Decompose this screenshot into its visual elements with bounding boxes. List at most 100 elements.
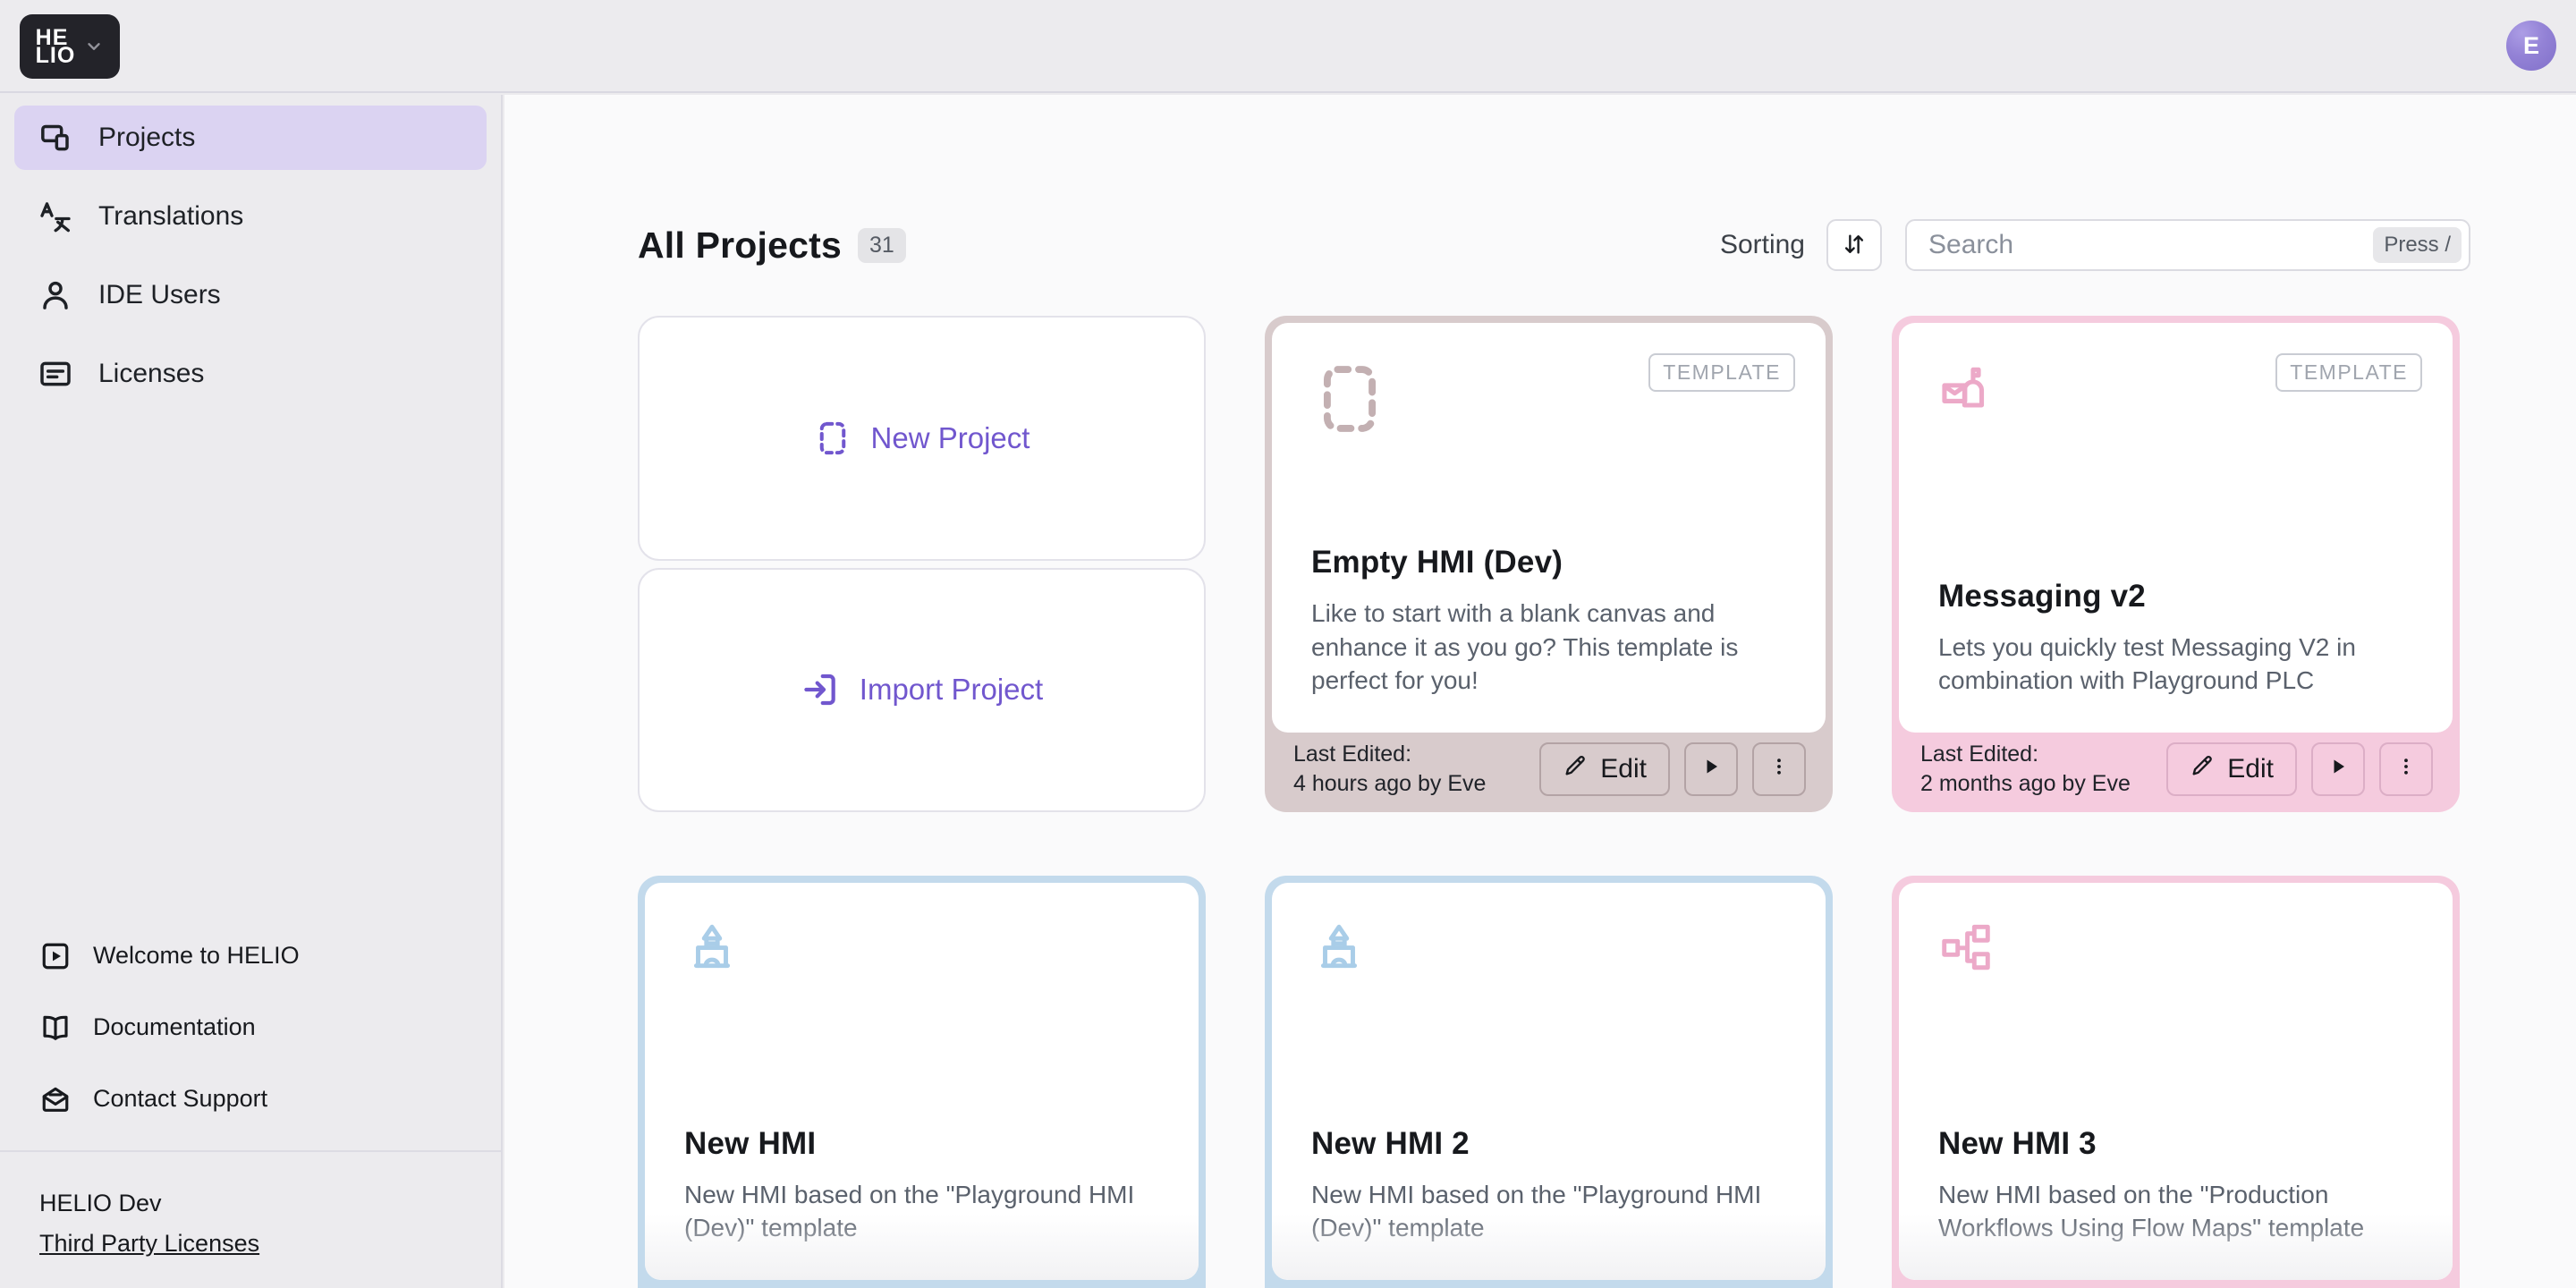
project-card-footer: Last Edited: 2 months ago by Eve Edit bbox=[1899, 733, 2453, 805]
run-button[interactable] bbox=[1684, 742, 1738, 796]
import-project-card[interactable]: Import Project bbox=[638, 568, 1206, 813]
chevron-down-icon bbox=[84, 37, 104, 56]
kebab-menu-icon bbox=[1768, 754, 1790, 784]
avatar-initial: E bbox=[2523, 32, 2539, 60]
play-icon bbox=[2327, 754, 2349, 784]
third-party-licenses-link[interactable]: Third Party Licenses bbox=[39, 1226, 259, 1261]
edit-button[interactable]: Edit bbox=[1539, 742, 1670, 796]
projects-icon bbox=[38, 120, 73, 156]
sidebar: Projects Translations ID bbox=[0, 95, 503, 1288]
mail-icon bbox=[39, 1083, 72, 1115]
page-title: All Projects bbox=[638, 225, 842, 267]
pencil-icon bbox=[1563, 753, 1588, 785]
flow-map-icon bbox=[1938, 919, 2413, 976]
more-options-button[interactable] bbox=[1752, 742, 1806, 796]
project-description: Lets you quickly test Messaging V2 in co… bbox=[1938, 631, 2413, 697]
sidebar-item-label: Licenses bbox=[98, 359, 204, 389]
helio-logo-menu-button[interactable]: HE LIO bbox=[20, 14, 120, 79]
last-edited-label: Last Edited: bbox=[1920, 741, 2038, 767]
project-card-new-hmi-2: New HMI 2 New HMI based on the "Playgrou… bbox=[1265, 876, 1833, 1288]
project-card-new-hmi-3: New HMI 3 New HMI based on the "Producti… bbox=[1892, 876, 2460, 1288]
last-edited-value: 2 months ago by Eve bbox=[1920, 771, 2131, 796]
import-icon bbox=[801, 670, 840, 709]
play-square-icon bbox=[39, 940, 72, 972]
last-edited-value: 4 hours ago by Eve bbox=[1293, 771, 1486, 796]
sidebar-item-projects[interactable]: Projects bbox=[14, 106, 487, 170]
logo-line-2: LIO bbox=[36, 43, 76, 68]
sidebar-item-label: Projects bbox=[98, 123, 195, 153]
project-title: New HMI 3 bbox=[1938, 1126, 2413, 1162]
sidebar-item-label: Contact Support bbox=[93, 1085, 267, 1113]
pencil-icon bbox=[2190, 753, 2215, 785]
new-project-label: New Project bbox=[871, 421, 1030, 455]
project-title: Empty HMI (Dev) bbox=[1311, 545, 1786, 580]
sidebar-item-welcome[interactable]: Welcome to HELIO bbox=[14, 927, 487, 986]
topbar: HE LIO E bbox=[0, 0, 2576, 93]
sidebar-item-documentation[interactable]: Documentation bbox=[14, 998, 487, 1057]
playground-castle-icon bbox=[1311, 919, 1786, 976]
kebab-menu-icon bbox=[2395, 754, 2417, 784]
more-options-button[interactable] bbox=[2379, 742, 2433, 796]
sort-direction-button[interactable] bbox=[1826, 219, 1882, 271]
sidebar-footer: HELIO Dev Third Party Licenses bbox=[0, 1150, 501, 1288]
app-version-label: HELIO Dev bbox=[39, 1186, 487, 1221]
project-title: Messaging v2 bbox=[1938, 579, 2413, 614]
main-content: All Projects 31 Sorting Press / bbox=[504, 95, 2576, 1288]
sidebar-item-label: Welcome to HELIO bbox=[93, 942, 300, 970]
sidebar-item-label: IDE Users bbox=[98, 280, 221, 310]
search-shortcut-hint: Press / bbox=[2373, 227, 2462, 263]
sorting-label: Sorting bbox=[1720, 230, 1805, 260]
search-field: Press / bbox=[1905, 219, 2470, 271]
last-edited-label: Last Edited: bbox=[1293, 741, 1411, 767]
sidebar-item-contact-support[interactable]: Contact Support bbox=[14, 1070, 487, 1129]
edit-label: Edit bbox=[2227, 754, 2274, 784]
template-badge: TEMPLATE bbox=[1648, 353, 1795, 392]
user-icon bbox=[38, 277, 73, 313]
sidebar-utility-nav: Welcome to HELIO Documentation bbox=[0, 927, 501, 1129]
projects-header: All Projects 31 Sorting Press / bbox=[638, 218, 2470, 272]
project-count-badge: 31 bbox=[858, 228, 906, 263]
project-description: New HMI based on the "Playground HMI (De… bbox=[684, 1178, 1159, 1244]
last-edited-info: Last Edited: 4 hours ago by Eve bbox=[1293, 740, 1486, 799]
project-card-body[interactable]: New HMI New HMI based on the "Playground… bbox=[645, 883, 1199, 1280]
sidebar-item-label: Documentation bbox=[93, 1013, 256, 1041]
edit-button[interactable]: Edit bbox=[2166, 742, 2297, 796]
new-project-card[interactable]: New Project bbox=[638, 316, 1206, 561]
project-card-body[interactable]: New HMI 2 New HMI based on the "Playgrou… bbox=[1272, 883, 1826, 1280]
project-card-footer: Last Edited: 4 hours ago by Eve Edit bbox=[1272, 733, 1826, 805]
dashed-frame-icon bbox=[814, 419, 852, 458]
project-actions-column: New Project Import Project bbox=[638, 316, 1206, 812]
run-button[interactable] bbox=[2311, 742, 2365, 796]
sidebar-spacer bbox=[0, 406, 501, 927]
project-description: New HMI based on the "Playground HMI (De… bbox=[1311, 1178, 1786, 1244]
sidebar-item-translations[interactable]: Translations bbox=[14, 184, 487, 249]
sidebar-nav: Projects Translations ID bbox=[0, 95, 501, 406]
template-badge: TEMPLATE bbox=[2275, 353, 2422, 392]
projects-grid: New Project Import Project TEMPLATE bbox=[638, 316, 2460, 1288]
sidebar-item-licenses[interactable]: Licenses bbox=[14, 342, 487, 406]
project-description: Like to start with a blank canvas and en… bbox=[1311, 597, 1786, 697]
project-title: New HMI bbox=[684, 1126, 1159, 1162]
project-description: New HMI based on the "Production Workflo… bbox=[1938, 1178, 2413, 1244]
import-project-label: Import Project bbox=[860, 673, 1043, 707]
project-card-body[interactable]: TEMPLATE Messaging v2 Lets you quickly t… bbox=[1899, 323, 2453, 733]
playground-castle-icon bbox=[684, 919, 1159, 976]
sidebar-item-label: Translations bbox=[98, 201, 243, 232]
project-card-empty-hmi-dev: TEMPLATE Empty HMI (Dev) Like to start w… bbox=[1265, 316, 1833, 812]
last-edited-info: Last Edited: 2 months ago by Eve bbox=[1920, 740, 2131, 799]
project-card-messaging-v2: TEMPLATE Messaging v2 Lets you quickly t… bbox=[1892, 316, 2460, 812]
helio-logo: HE LIO bbox=[36, 29, 76, 65]
edit-label: Edit bbox=[1600, 754, 1647, 784]
project-title: New HMI 2 bbox=[1311, 1126, 1786, 1162]
project-card-body[interactable]: New HMI 3 New HMI based on the "Producti… bbox=[1899, 883, 2453, 1280]
license-card-icon bbox=[38, 356, 73, 392]
sidebar-item-ide-users[interactable]: IDE Users bbox=[14, 263, 487, 327]
book-icon bbox=[39, 1012, 72, 1044]
play-icon bbox=[1700, 754, 1722, 784]
user-avatar[interactable]: E bbox=[2506, 21, 2556, 71]
header-controls: Sorting Press / bbox=[1720, 219, 2470, 271]
helio-ide-projects-page: HE LIO E Projects bbox=[0, 0, 2576, 1288]
project-card-new-hmi: New HMI New HMI based on the "Playground… bbox=[638, 876, 1206, 1288]
sort-arrows-icon bbox=[1841, 231, 1868, 260]
project-card-body[interactable]: TEMPLATE Empty HMI (Dev) Like to start w… bbox=[1272, 323, 1826, 733]
